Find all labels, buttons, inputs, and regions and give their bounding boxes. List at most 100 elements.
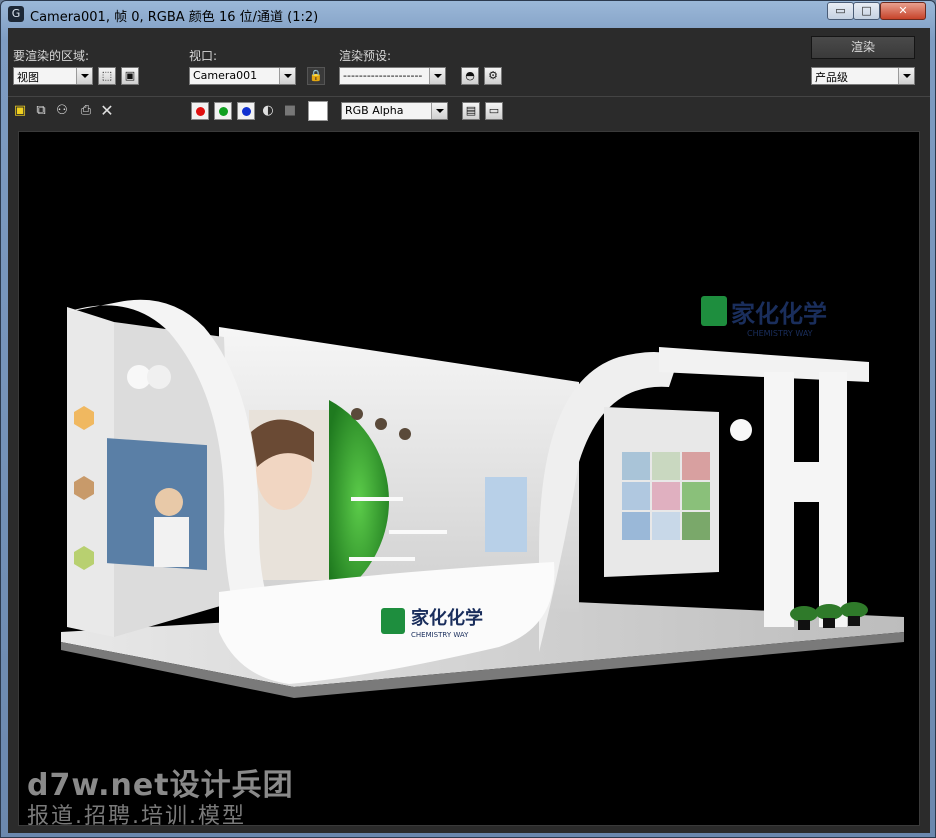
lock-icon: 🔒 — [309, 69, 323, 82]
render-button[interactable]: 渲染 — [811, 36, 915, 59]
green-channel-icon — [219, 107, 228, 116]
watermark-line2: 报道.招聘.培训.模型 — [27, 804, 246, 826]
globe-lamp — [147, 365, 171, 389]
grid-photo — [652, 482, 680, 510]
close-button[interactable]: ✕ — [880, 2, 926, 20]
grid-photo — [622, 452, 650, 480]
rendered-booth-image: 家化化学 CHEMISTRY WAY 家化化学 CHEMISTRY WAY — [61, 296, 904, 698]
render-frame-window: G Camera001, 帧 0, RGBA 颜色 16 位/通道 (1:2) … — [0, 0, 936, 838]
display-shelf — [389, 530, 447, 534]
viewport-dropdown[interactable]: Camera001 — [189, 67, 296, 85]
clear-icon[interactable]: ✕ — [99, 103, 115, 119]
grid-photo — [682, 452, 710, 480]
pendant-lamp — [351, 408, 363, 420]
plant-pot — [848, 616, 860, 626]
grid-photo — [682, 482, 710, 510]
render-quality-dropdown[interactable]: 产品级 — [811, 67, 915, 85]
red-channel-toggle[interactable] — [191, 102, 209, 120]
red-channel-icon — [196, 107, 205, 116]
toggle-ui-button[interactable]: ▭ — [485, 102, 503, 120]
minimize-button[interactable]: ▭ — [827, 2, 854, 20]
title-bar[interactable]: G Camera001, 帧 0, RGBA 颜色 16 位/通道 (1:2) … — [1, 1, 935, 27]
plant-pot — [798, 620, 810, 630]
area-to-render-dropdown[interactable]: 视图 — [13, 67, 93, 85]
edit-region-icon: ⬚ — [101, 69, 113, 82]
chevron-down-icon — [76, 68, 92, 84]
alpha-toggle-icon[interactable]: ◐ — [260, 103, 276, 119]
test-tube-photo — [485, 477, 527, 552]
clone-window-icon[interactable]: ⚇ — [54, 103, 70, 119]
maximize-button[interactable]: □ — [853, 2, 880, 20]
potted-plants — [790, 602, 868, 630]
window-title: Camera001, 帧 0, RGBA 颜色 16 位/通道 (1:2) — [30, 10, 319, 25]
frame-buffer-toolbar: ▣ ⧉ ⚇ ⎙ ✕ ◐ ■ RGB Alpha ▤ ▭ — [8, 98, 930, 126]
h-logo-column — [764, 372, 847, 627]
plant — [815, 604, 843, 620]
copy-image-icon[interactable]: ⧉ — [33, 103, 49, 119]
top-logo-mark — [701, 296, 727, 326]
lab-coat — [154, 517, 189, 567]
render-setup-button[interactable]: ◓ — [461, 67, 479, 85]
counter-brand-cn: 家化化学 — [411, 607, 483, 629]
chevron-down-icon — [429, 68, 445, 84]
minimize-icon: ▭ — [835, 4, 846, 17]
pendant-lamp — [399, 428, 411, 440]
close-icon: ✕ — [898, 4, 908, 17]
grid-photo — [652, 512, 680, 540]
globe-lamp — [730, 419, 752, 441]
render-preset-value: -------------------- — [343, 69, 423, 82]
display-shelf — [349, 557, 415, 561]
teapot-icon: ◓ — [465, 69, 475, 82]
left-wall — [67, 307, 114, 637]
print-image-icon[interactable]: ⎙ — [78, 103, 94, 119]
app-icon[interactable]: G — [8, 6, 24, 22]
plant-pot — [823, 618, 835, 628]
brand-logo-mark — [381, 608, 405, 634]
render-quality-value: 产品级 — [815, 71, 848, 84]
chevron-down-icon — [431, 103, 447, 119]
product-photo-grid — [622, 452, 710, 540]
render-options-bar: 要渲染的区域: 视图 ⬚ ▣ 视口: Camera001 🔒 渲染预设: ---… — [8, 28, 930, 96]
display-shelf — [351, 497, 403, 501]
viewport-label: 视口: — [189, 49, 218, 63]
lock-viewport-button[interactable]: 🔒 — [307, 67, 325, 85]
counter-brand-en: CHEMISTRY WAY — [411, 631, 469, 639]
grid-photo — [682, 512, 710, 540]
pendant-lamp — [375, 418, 387, 430]
grid-photo — [622, 482, 650, 510]
top-brand-en: CHEMISTRY WAY — [747, 329, 813, 338]
plant — [790, 606, 818, 622]
monochrome-toggle-icon[interactable]: ■ — [282, 103, 298, 119]
pixel-color-swatch[interactable] — [308, 101, 328, 121]
gear-icon: ⚙ — [488, 69, 498, 82]
edit-region-button[interactable]: ⬚ — [98, 67, 116, 85]
scientist-figure — [155, 488, 183, 516]
viewport-value: Camera001 — [193, 69, 258, 82]
grid-photo — [622, 512, 650, 540]
window-icon: ▭ — [488, 104, 500, 117]
display-channel-value: RGB Alpha — [345, 104, 404, 117]
chevron-down-icon — [898, 68, 914, 84]
blue-channel-toggle[interactable] — [237, 102, 255, 120]
area-to-render-label: 要渲染的区域: — [13, 49, 90, 63]
environment-button[interactable]: ⚙ — [484, 67, 502, 85]
plant — [840, 602, 868, 618]
render-preset-dropdown[interactable]: -------------------- — [339, 67, 446, 85]
overlay-icon: ▤ — [465, 104, 477, 117]
maximize-icon: □ — [861, 4, 872, 17]
toolbar-divider — [8, 96, 930, 97]
render-preset-label: 渲染预设: — [339, 49, 392, 63]
grid-photo — [652, 452, 680, 480]
blue-channel-icon — [242, 107, 251, 116]
area-to-render-value: 视图 — [17, 71, 39, 84]
display-channel-dropdown[interactable]: RGB Alpha — [341, 102, 448, 120]
top-brand-cn: 家化化学 — [731, 300, 827, 328]
chevron-down-icon — [279, 68, 295, 84]
auto-region-button[interactable]: ▣ — [121, 67, 139, 85]
render-viewport[interactable]: 家化化学 CHEMISTRY WAY 家化化学 CHEMISTRY WAY d7… — [18, 131, 920, 826]
save-image-icon[interactable]: ▣ — [12, 103, 28, 119]
green-channel-toggle[interactable] — [214, 102, 232, 120]
render-window-client: 要渲染的区域: 视图 ⬚ ▣ 视口: Camera001 🔒 渲染预设: ---… — [8, 28, 930, 833]
toggle-ui-overlay-button[interactable]: ▤ — [462, 102, 480, 120]
auto-region-icon: ▣ — [124, 69, 136, 82]
